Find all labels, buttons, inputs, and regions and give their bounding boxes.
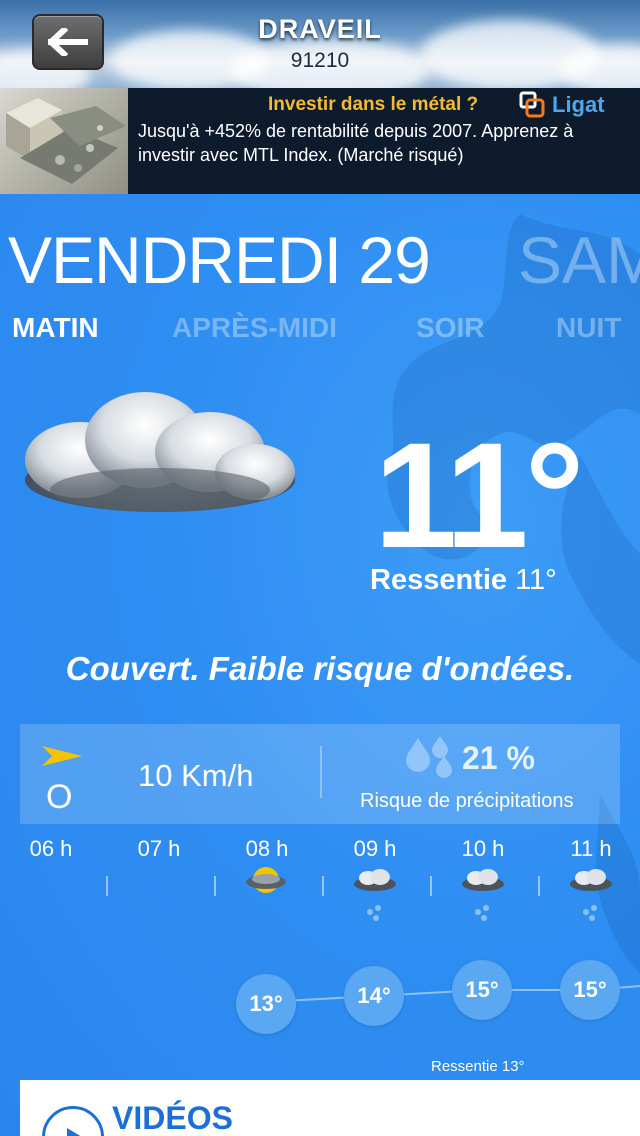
condition-text: Couvert. Faible risque d'ondées. — [65, 650, 575, 687]
current-temperature: 11° — [374, 411, 585, 579]
hour-tick — [430, 876, 432, 896]
hour-tick — [538, 876, 540, 896]
cloud-rain-icon — [570, 869, 612, 921]
temperature-curve — [265, 985, 640, 1003]
wind-direction: O — [46, 778, 73, 816]
city-name: DRAVEIL — [258, 14, 382, 44]
feels-like-label: Ressentie — [370, 564, 508, 596]
hour-tick — [106, 876, 108, 896]
ad-brand[interactable]: Ligat — [518, 90, 640, 120]
hour-11[interactable]: 11 h — [546, 836, 636, 862]
hour-tick — [214, 876, 216, 896]
ad-choices-icon[interactable] — [518, 91, 548, 119]
hour-09[interactable]: 09 h — [330, 836, 420, 862]
precip-value: 21 % — [462, 740, 535, 776]
postal-code: 91210 — [290, 49, 350, 72]
wind-direction-arrow-icon — [42, 746, 82, 766]
overcast-cloud-icon — [25, 392, 295, 512]
sun-cloud-icon — [246, 867, 286, 893]
hourly-feels-like: Ressentie 13° — [431, 1058, 525, 1075]
ad-title[interactable]: Investir dans le métal ? — [268, 94, 478, 116]
tab-apres-midi[interactable]: APRÈS-MIDI — [172, 312, 337, 344]
hour-06[interactable]: 06 h — [6, 836, 96, 862]
hourly-temp-bubble: 15° — [452, 960, 512, 1020]
hour-tick — [322, 876, 324, 896]
tab-soir[interactable]: SOIR — [416, 312, 484, 344]
panel-divider — [320, 746, 322, 798]
play-icon — [67, 1128, 81, 1136]
feels-like-value: 11° — [515, 564, 557, 596]
day-title: VENDREDI 29 — [8, 223, 431, 297]
hour-08[interactable]: 08 h — [222, 836, 312, 862]
hour-10[interactable]: 10 h — [438, 836, 528, 862]
feels-like: Ressentie 11° — [370, 564, 557, 597]
ad-image — [0, 88, 128, 194]
raindrops-icon — [406, 736, 452, 778]
hourly-temp-bubble: 14° — [344, 966, 404, 1026]
hourly-temp-bubble: 15° — [560, 960, 620, 1020]
precip-label: Risque de précipitations — [360, 790, 574, 812]
cloud-rain-icon — [354, 869, 396, 921]
ad-body[interactable]: Jusqu'à +452% de rentabilité depuis 2007… — [138, 119, 618, 167]
cloud-rain-icon — [462, 869, 504, 921]
hourly-temp-bubble: 13° — [236, 974, 296, 1034]
videos-title[interactable]: VIDÉOS — [112, 1100, 233, 1136]
hour-07[interactable]: 07 h — [114, 836, 204, 862]
ad-brand-label: Ligat — [552, 92, 605, 117]
tab-nuit[interactable]: NUIT — [556, 312, 621, 344]
wind-speed: 10 Km/h — [138, 758, 254, 793]
tab-matin[interactable]: MATIN — [12, 312, 99, 344]
next-day-title[interactable]: SAM — [518, 222, 640, 298]
